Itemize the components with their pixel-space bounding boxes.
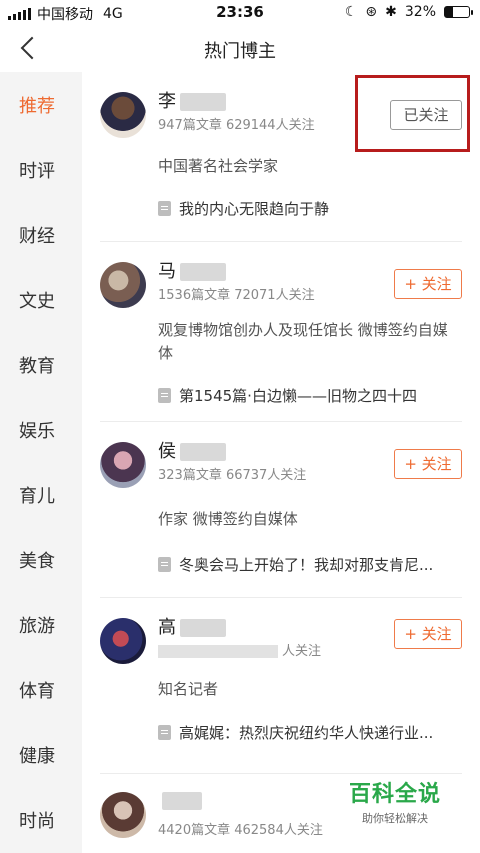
sidebar-item-food[interactable]: 美食 [0, 542, 82, 582]
blogger-name[interactable]: 马 [158, 257, 226, 283]
latest-post[interactable]: 高娓娓：热烈庆祝纽约华人快递行业... [158, 722, 458, 743]
avatar[interactable] [100, 262, 146, 308]
sidebar-item-education[interactable]: 教育 [0, 347, 82, 387]
avatar[interactable] [100, 442, 146, 488]
blogger-list: 李 947篇文章 629144人关注 中国著名社会学家 我的内心无限趋向于静 已… [82, 72, 480, 853]
blogger-card[interactable]: 高 人关注 知名记者 高娓娓：热烈庆祝纽约华人快递行业... + 关注 [100, 598, 462, 774]
status-right: ☾ ⊛ ✱ 32% [344, 4, 473, 20]
blurred-name [180, 263, 226, 281]
highlight-box [355, 75, 470, 152]
status-bar: 中国移动 4G 23:36 ☾ ⊛ ✱ 32% [0, 0, 480, 26]
orientation-lock-icon: ⊛ [365, 4, 378, 20]
battery-icon [444, 6, 473, 18]
nav-bar: 热门博主 [0, 26, 480, 72]
avatar[interactable] [100, 792, 146, 838]
sidebar-item-sports[interactable]: 体育 [0, 672, 82, 712]
sidebar-item-entertainment[interactable]: 娱乐 [0, 412, 82, 452]
category-sidebar: 推荐 时评 财经 文史 教育 娱乐 育儿 美食 旅游 体育 健康 时尚 [0, 72, 82, 853]
latest-post[interactable]: 冬奥会马上开始了！我却对那支肯尼... [158, 554, 458, 575]
sidebar-item-history[interactable]: 文史 [0, 282, 82, 322]
moon-icon: ☾ [344, 4, 358, 20]
latest-post[interactable]: 第1545篇·白边懒——旧物之四十四 [158, 385, 458, 406]
blurred-name [162, 792, 202, 810]
avatar[interactable] [100, 92, 146, 138]
document-icon [158, 201, 171, 216]
blogger-description: 作家 微博签约自媒体 [158, 510, 298, 528]
battery-percent: 32% [404, 4, 436, 20]
blurred-stats [158, 645, 278, 658]
blurred-name [180, 443, 226, 461]
battery-level-fill [445, 7, 453, 17]
document-icon [158, 725, 171, 740]
latest-post[interactable]: 我的内心无限趋向于静 [158, 198, 458, 219]
blogger-stats: 人关注 [158, 640, 321, 659]
blogger-name[interactable]: 侯 [158, 437, 226, 463]
follow-button[interactable]: + 关注 [394, 449, 462, 479]
watermark-logo: 百科全说 助你轻松解决 [340, 776, 450, 826]
blurred-name [180, 619, 226, 637]
page-title: 热门博主 [204, 41, 276, 62]
watermark-subtitle: 助你轻松解决 [362, 812, 428, 825]
bluetooth-icon: ✱ [385, 4, 397, 20]
follow-button[interactable]: + 关注 [394, 619, 462, 649]
blogger-stats: 1536篇文章 72071人关注 [158, 288, 315, 303]
blogger-description: 知名记者 [158, 680, 219, 698]
sidebar-item-finance[interactable]: 财经 [0, 217, 82, 257]
document-icon [158, 388, 171, 403]
blogger-stats: 323篇文章 66737人关注 [158, 468, 307, 483]
blogger-name[interactable] [158, 790, 202, 811]
blogger-card[interactable]: 马 1536篇文章 72071人关注 观复博物馆创办人及现任馆长 微博签约自媒体… [100, 242, 462, 422]
blurred-name [180, 93, 226, 111]
blogger-name[interactable]: 高 [158, 613, 226, 639]
blogger-description: 观复博物馆创办人及现任馆长 微博签约自媒体 [158, 321, 448, 362]
blogger-stats: 947篇文章 629144人关注 [158, 118, 315, 133]
blogger-description: 中国著名社会学家 [158, 157, 279, 175]
avatar[interactable] [100, 618, 146, 664]
sidebar-item-health[interactable]: 健康 [0, 737, 82, 777]
sidebar-item-travel[interactable]: 旅游 [0, 607, 82, 647]
sidebar-item-recommend[interactable]: 推荐 [0, 87, 82, 127]
follow-button[interactable]: + 关注 [394, 269, 462, 299]
document-icon [158, 557, 171, 572]
sidebar-item-fashion[interactable]: 时尚 [0, 802, 82, 842]
sidebar-item-parenting[interactable]: 育儿 [0, 477, 82, 517]
blogger-name[interactable]: 李 [158, 87, 226, 113]
blogger-card[interactable]: 侯 323篇文章 66737人关注 作家 微博签约自媒体 冬奥会马上开始了！我却… [100, 422, 462, 598]
watermark-title: 百科全说 [348, 782, 441, 807]
sidebar-item-commentary[interactable]: 时评 [0, 152, 82, 192]
blogger-stats: 4420篇文章 462584人关注 [158, 823, 323, 838]
